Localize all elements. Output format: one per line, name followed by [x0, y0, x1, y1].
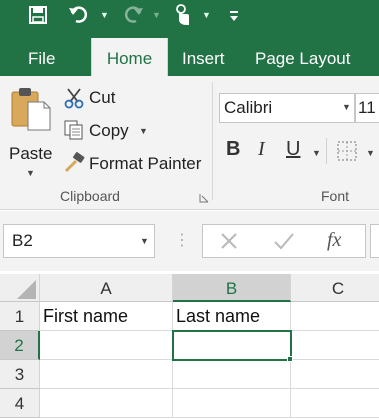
ribbon-separator [212, 82, 213, 200]
cell-a4[interactable] [40, 389, 173, 418]
cell-b4[interactable] [173, 389, 291, 418]
cut-icon [63, 87, 85, 114]
copy-button[interactable]: Copy [89, 121, 129, 141]
ribbon-tabs: File Home Insert Page Layout [0, 30, 379, 76]
paste-button[interactable]: Paste ▼ [6, 84, 56, 180]
row-header-4[interactable]: 4 [0, 389, 40, 418]
clipboard-group-label: Clipboard [60, 188, 120, 204]
font-size-value: 11 [358, 98, 376, 117]
ribbon: Paste ▼ Cut Copy ▼ Format Painter Clipbo… [0, 76, 379, 210]
underline-dropdown-icon[interactable]: ▼ [312, 148, 321, 158]
cancel-icon[interactable] [219, 231, 239, 256]
row-header-1[interactable]: 1 [0, 302, 40, 331]
insert-function-button[interactable]: fx [327, 229, 341, 252]
copy-icon [63, 119, 85, 146]
tab-file[interactable]: File [28, 30, 55, 76]
format-painter-button[interactable]: Format Painter [89, 154, 201, 174]
row-header-2[interactable]: 2 [0, 331, 40, 360]
fill-handle[interactable] [287, 356, 293, 362]
underline-button[interactable]: U [286, 138, 300, 161]
cell-c1[interactable] [291, 302, 379, 331]
enter-icon[interactable] [273, 231, 295, 256]
font-size-select[interactable]: 11 [355, 93, 379, 123]
font-name-dropdown-icon: ▼ [342, 102, 351, 112]
font-separator [326, 138, 327, 164]
paste-label: Paste [9, 144, 53, 163]
cell-c3[interactable] [291, 360, 379, 389]
tab-home[interactable]: Home [91, 38, 168, 76]
paste-dropdown-icon[interactable]: ▼ [26, 168, 35, 178]
select-all-corner[interactable] [0, 274, 40, 302]
column-header-a[interactable]: A [40, 274, 173, 302]
cell-c2[interactable] [291, 331, 379, 360]
cell-b3[interactable] [173, 360, 291, 389]
cell-c4[interactable] [291, 389, 379, 418]
bold-button[interactable]: B [226, 138, 240, 161]
format-painter-icon [62, 152, 86, 179]
borders-dropdown-icon[interactable]: ▼ [366, 148, 375, 158]
spreadsheet-grid: A B C 1 2 3 4 First name Last name [0, 274, 379, 418]
cell-b2[interactable] [173, 331, 291, 360]
undo-icon[interactable] [68, 0, 92, 34]
cut-button[interactable]: Cut [89, 88, 115, 108]
clipboard-dialog-launcher-icon[interactable] [199, 190, 209, 208]
cell-a1[interactable]: First name [40, 302, 173, 331]
undo-dropdown-icon[interactable]: ▼ [100, 0, 109, 30]
row-header-3[interactable]: 3 [0, 360, 40, 389]
paste-icon [10, 86, 52, 137]
font-group-label: Font [321, 188, 350, 204]
redo-dropdown-icon[interactable]: ▼ [152, 0, 161, 30]
name-box[interactable]: B2 ▼ [3, 224, 155, 258]
copy-dropdown-icon[interactable]: ▼ [139, 126, 148, 136]
redo-icon[interactable] [120, 0, 144, 34]
touch-dropdown-icon[interactable]: ▼ [202, 0, 211, 30]
formula-input[interactable] [370, 224, 379, 258]
quick-access-toolbar: ▼ ▼ ▼ [0, 0, 379, 30]
tab-page-layout[interactable]: Page Layout [255, 30, 350, 76]
cell-a2[interactable] [40, 331, 173, 360]
formula-bar-grip-icon[interactable]: ⋮ [174, 230, 190, 250]
borders-icon[interactable] [337, 141, 357, 166]
formula-buttons: fx [202, 224, 366, 258]
save-icon[interactable] [28, 0, 48, 34]
tab-insert[interactable]: Insert [182, 30, 225, 76]
column-header-c[interactable]: C [291, 274, 379, 302]
customize-qat-icon[interactable] [229, 0, 239, 32]
name-box-value: B2 [12, 231, 33, 250]
font-name-value: Calibri [224, 98, 273, 117]
italic-button[interactable]: I [258, 138, 265, 161]
column-header-b[interactable]: B [173, 274, 291, 302]
cell-a3[interactable] [40, 360, 173, 389]
font-name-select[interactable]: Calibri ▼ [219, 93, 355, 123]
name-box-dropdown-icon: ▼ [140, 236, 149, 246]
cell-b1[interactable]: Last name [173, 302, 291, 331]
